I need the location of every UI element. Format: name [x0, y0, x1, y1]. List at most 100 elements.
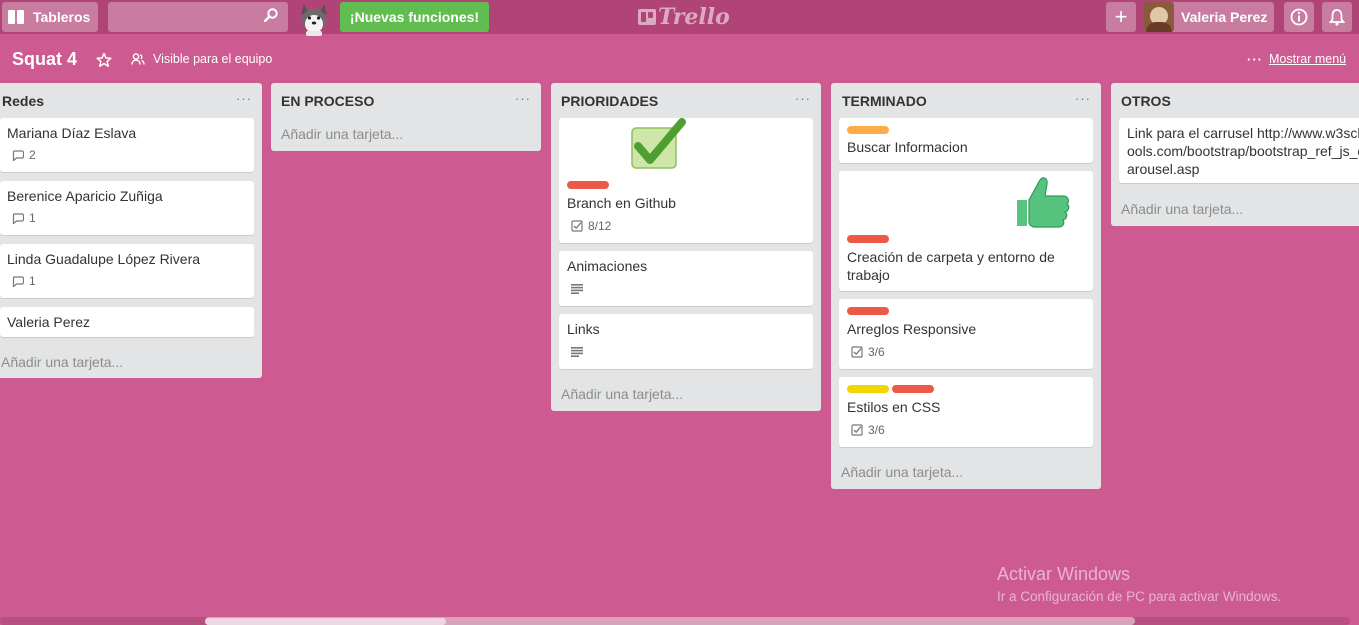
card-title: Arreglos Responsive [847, 321, 977, 337]
windows-activation-text: Ir a Configuración de PC para activar Wi… [997, 589, 1282, 604]
logo-text: Trello [658, 4, 730, 30]
bell-icon [1329, 9, 1345, 26]
comments-count: 2 [29, 148, 36, 162]
checklist-icon [571, 220, 583, 232]
card-links[interactable]: Links [559, 314, 813, 369]
list-menu-icon[interactable]: ··· [236, 91, 252, 106]
checklist-icon [851, 424, 863, 436]
list-title[interactable]: EN PROCESO [281, 93, 374, 109]
comment-icon [12, 275, 24, 287]
show-menu-link[interactable]: Mostrar menú [1269, 52, 1346, 66]
scrollbar-thumb[interactable] [205, 618, 446, 625]
card-berenice[interactable]: Berenice Aparicio Zuñiga 1 [0, 181, 254, 235]
card-title: Valeria Perez [7, 314, 91, 330]
add-card-link[interactable]: Añadir una tarjeta... [841, 464, 963, 480]
add-card-link[interactable]: Añadir una tarjeta... [1, 354, 123, 370]
card-title: Animaciones [567, 258, 648, 274]
card-creacion-carpeta[interactable]: Creación de carpeta y entorno de trabajo [839, 171, 1093, 291]
add-card-link[interactable]: Añadir una tarjeta... [281, 126, 403, 142]
team-icon [131, 53, 145, 65]
card-title: Buscar Informacion [847, 139, 968, 155]
visibility-button[interactable]: Visible para el equipo [131, 52, 272, 66]
list-title[interactable]: OTROS [1121, 93, 1171, 109]
visibility-label: Visible para el equipo [153, 52, 273, 66]
list-title[interactable]: TERMINADO [842, 93, 927, 109]
comments-badge: 2 [12, 148, 36, 162]
checkmark-icon [631, 118, 686, 169]
list-title[interactable]: Redes [2, 93, 44, 109]
comments-badge: 1 [12, 211, 36, 225]
list-otros: OTROS Link para el carrusel http://www.w… [1111, 83, 1359, 226]
label-red [567, 181, 609, 189]
list-redes: Redes ··· Mariana Díaz Eslava 2 Berenice… [0, 83, 262, 378]
card-title: Linda Guadalupe López Rivera [7, 251, 201, 267]
menu-dots-icon[interactable]: ··· [1247, 52, 1263, 67]
card-title: Mariana Díaz Eslava [7, 125, 137, 141]
trello-logo-icon [638, 9, 656, 25]
list-menu-icon[interactable]: ··· [515, 91, 531, 106]
card-title: Link para el carrusel http://www.w3schoo… [1127, 125, 1359, 177]
new-features-button[interactable]: ¡Nuevas funciones! [340, 2, 489, 32]
add-button[interactable]: + [1106, 2, 1136, 32]
info-button[interactable] [1284, 2, 1314, 32]
search-icon[interactable] [264, 8, 278, 22]
checklist-badge: 8/12 [571, 219, 611, 233]
card-animaciones[interactable]: Animaciones [559, 251, 813, 306]
label-red [847, 235, 889, 243]
user-name: Valeria Perez [1181, 9, 1268, 25]
label-red [847, 307, 889, 315]
notifications-button[interactable] [1322, 2, 1352, 32]
search-input[interactable] [108, 2, 288, 32]
checklist-badge: 3/6 [851, 345, 885, 359]
avatar [1144, 2, 1174, 32]
card-title: Branch en Github [567, 195, 676, 211]
list-en-proceso: EN PROCESO ··· Añadir una tarjeta... [271, 83, 541, 151]
boards-label: Tableros [33, 9, 91, 25]
taco-mascot-icon[interactable] [296, 0, 332, 36]
card-link-carrusel[interactable]: Link para el carrusel http://www.w3schoo… [1119, 118, 1359, 183]
checklist-count: 8/12 [588, 219, 612, 233]
label-red [892, 385, 934, 393]
list-prioridades: PRIORIDADES ··· Branch en Github 8/12 An… [551, 83, 821, 411]
description-icon [571, 284, 583, 294]
card-branch-github[interactable]: Branch en Github 8/12 [559, 118, 813, 243]
list-terminado: TERMINADO ··· Buscar Informacion Creació… [831, 83, 1101, 489]
comment-icon [12, 212, 24, 224]
description-icon [571, 347, 583, 357]
comment-icon [12, 149, 24, 161]
card-buscar-informacion[interactable]: Buscar Informacion [839, 118, 1093, 163]
checklist-badge: 3/6 [851, 423, 885, 437]
card-estilos-css[interactable]: Estilos en CSS 3/6 [839, 377, 1093, 447]
checklist-icon [851, 346, 863, 358]
card-valeria[interactable]: Valeria Perez [0, 307, 254, 337]
plus-icon: + [1114, 4, 1128, 29]
card-linda[interactable]: Linda Guadalupe López Rivera 1 [0, 244, 254, 298]
list-menu-icon[interactable]: ··· [1075, 91, 1091, 106]
card-title: Estilos en CSS [847, 399, 941, 415]
add-card-link[interactable]: Añadir una tarjeta... [561, 386, 683, 402]
comments-count: 1 [29, 211, 36, 225]
comments-badge: 1 [12, 274, 36, 288]
card-title: Links [567, 321, 600, 337]
add-card-link[interactable]: Añadir una tarjeta... [1121, 201, 1243, 217]
list-title[interactable]: PRIORIDADES [561, 93, 658, 109]
board-title[interactable]: Squat 4 [12, 49, 77, 70]
star-icon[interactable] [96, 52, 112, 68]
card-mariana[interactable]: Mariana Díaz Eslava 2 [0, 118, 254, 172]
boards-button[interactable]: Tableros [2, 2, 98, 32]
boards-icon [8, 10, 24, 24]
list-menu-icon[interactable]: ··· [795, 91, 811, 106]
trello-logo[interactable]: Trello [638, 4, 730, 30]
label-yellow [847, 385, 889, 393]
windows-activation-title: Activar Windows [997, 564, 1131, 584]
user-menu-button[interactable]: Valeria Perez [1144, 2, 1274, 32]
thumbs-up-icon [1017, 177, 1070, 228]
card-title: Creación de carpeta y entorno de trabajo [847, 249, 1055, 283]
label-orange [847, 126, 889, 134]
card-arreglos-responsive[interactable]: Arreglos Responsive 3/6 [839, 299, 1093, 369]
checklist-count: 3/6 [868, 423, 885, 437]
checklist-count: 3/6 [868, 345, 885, 359]
comments-count: 1 [29, 274, 36, 288]
card-title: Berenice Aparicio Zuñiga [7, 188, 163, 204]
info-icon [1290, 8, 1308, 26]
